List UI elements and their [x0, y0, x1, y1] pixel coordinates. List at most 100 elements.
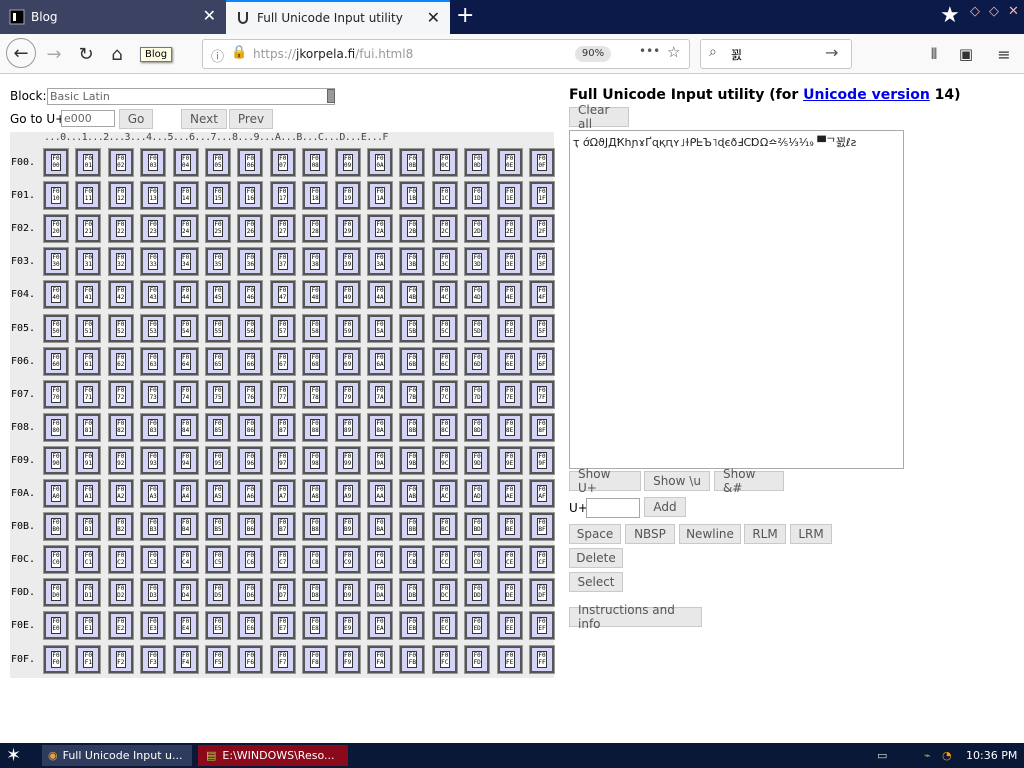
char-cell[interactable]: F0 35: [205, 247, 231, 277]
char-cell[interactable]: F0 E0: [43, 611, 69, 641]
char-cell[interactable]: F0 D0: [43, 578, 69, 608]
char-cell[interactable]: F0 F8: [302, 644, 329, 674]
char-cell[interactable]: F0 11: [75, 181, 102, 211]
char-cell[interactable]: F0 12: [107, 181, 134, 211]
char-cell[interactable]: F0 67: [269, 346, 296, 376]
show-amp-button[interactable]: Show &#: [714, 467, 784, 495]
char-cell[interactable]: F0 C1: [75, 545, 102, 575]
char-cell[interactable]: F0 50: [43, 313, 69, 343]
forward-icon[interactable]: →: [40, 40, 68, 68]
char-cell[interactable]: F0 D4: [172, 578, 199, 608]
char-cell[interactable]: F0 60: [43, 346, 69, 376]
char-cell[interactable]: F0 02: [107, 148, 134, 177]
char-cell[interactable]: F0 51: [75, 313, 102, 343]
char-cell[interactable]: F0 B8: [302, 512, 329, 542]
char-cell[interactable]: F0 7F: [529, 379, 555, 409]
char-cell[interactable]: F0 72: [107, 379, 134, 409]
char-cell[interactable]: F0 6A: [367, 346, 393, 376]
char-cell[interactable]: F0 80: [43, 412, 69, 442]
char-cell[interactable]: F0 47: [269, 280, 296, 310]
char-cell[interactable]: F0 3D: [464, 247, 491, 277]
char-cell[interactable]: F0 7C: [431, 379, 458, 409]
sidebar-icon[interactable]: ▣: [952, 40, 980, 68]
char-cell[interactable]: F0 8D: [464, 412, 491, 442]
bookmark-star-icon[interactable]: ☆: [667, 43, 680, 61]
char-cell[interactable]: F0 76: [237, 379, 264, 409]
close-icon[interactable]: ✕: [427, 10, 440, 26]
char-cell[interactable]: F0 7E: [496, 379, 523, 409]
char-cell[interactable]: F0 D3: [140, 578, 167, 608]
char-cell[interactable]: F0 78: [302, 379, 329, 409]
char-cell[interactable]: F0 33: [140, 247, 167, 277]
char-cell[interactable]: F0 19: [334, 181, 361, 211]
char-cell[interactable]: F0 81: [75, 412, 102, 442]
char-cell[interactable]: F0 9B: [399, 445, 426, 475]
char-cell[interactable]: F0 28: [302, 214, 329, 244]
char-cell[interactable]: F0 99: [334, 445, 361, 475]
arrow-right-icon[interactable]: →: [825, 43, 838, 62]
char-cell[interactable]: F0 43: [140, 280, 167, 310]
char-cell[interactable]: F0 54: [172, 313, 199, 343]
char-cell[interactable]: F0 7B: [399, 379, 426, 409]
char-cell[interactable]: F0 30: [43, 247, 69, 277]
char-cell[interactable]: F0 26: [237, 214, 264, 244]
char-cell[interactable]: F0 89: [334, 412, 361, 442]
char-cell[interactable]: F0 CC: [431, 545, 458, 575]
char-cell[interactable]: F0 9A: [367, 445, 393, 475]
char-cell[interactable]: F0 AA: [367, 479, 393, 508]
goto-input[interactable]: e000: [61, 110, 115, 127]
char-cell[interactable]: F0 F7: [269, 644, 296, 674]
char-cell[interactable]: F0 F9: [334, 644, 361, 674]
char-cell[interactable]: F0 98: [302, 445, 329, 475]
char-cell[interactable]: F0 4B: [399, 280, 426, 310]
char-cell[interactable]: F0 BA: [367, 512, 393, 542]
char-cell[interactable]: F0 17: [269, 181, 296, 211]
char-cell[interactable]: F0 49: [334, 280, 361, 310]
char-cell[interactable]: F0 83: [140, 412, 167, 442]
reload-icon[interactable]: ↻: [72, 40, 100, 68]
char-cell[interactable]: F0 AC: [431, 479, 458, 508]
char-cell[interactable]: F0 1F: [529, 181, 555, 211]
char-cell[interactable]: F0 7A: [367, 379, 393, 409]
char-cell[interactable]: F0 9F: [529, 445, 555, 475]
close-window-icon[interactable]: ✕: [1008, 4, 1019, 19]
char-cell[interactable]: F0 C7: [269, 545, 296, 575]
char-cell[interactable]: F0 57: [269, 313, 296, 343]
uplus-input[interactable]: [586, 498, 640, 518]
char-cell[interactable]: F0 18: [302, 181, 329, 211]
char-cell[interactable]: F0 8C: [431, 412, 458, 442]
char-cell[interactable]: F0 4D: [464, 280, 491, 310]
minimize-icon[interactable]: ◇: [970, 4, 980, 19]
char-cell[interactable]: F0 C3: [140, 545, 167, 575]
char-cell[interactable]: F0 16: [237, 181, 264, 211]
char-cell[interactable]: F0 05: [205, 148, 231, 177]
char-cell[interactable]: F0 CD: [464, 545, 491, 575]
delete-button[interactable]: Delete: [569, 548, 623, 568]
char-cell[interactable]: F0 D6: [237, 578, 264, 608]
instructions-button[interactable]: Instructions and info: [569, 603, 702, 631]
char-cell[interactable]: F0 D8: [302, 578, 329, 608]
char-cell[interactable]: F0 0C: [431, 148, 458, 177]
char-cell[interactable]: F0 66: [237, 346, 264, 376]
char-cell[interactable]: F0 37: [269, 247, 296, 277]
speaker-icon[interactable]: ◔: [942, 745, 952, 766]
char-cell[interactable]: F0 03: [140, 148, 167, 177]
char-cell[interactable]: F0 86: [237, 412, 264, 442]
char-cell[interactable]: F0 BE: [496, 512, 523, 542]
char-cell[interactable]: F0 08: [302, 148, 329, 177]
char-cell[interactable]: F0 22: [107, 214, 134, 244]
char-cell[interactable]: F0 2B: [399, 214, 426, 244]
url-bar[interactable]: ⓘ 🔒 https://jkorpela.fi/fui.html8 90% ••…: [202, 39, 690, 69]
char-cell[interactable]: F0 04: [172, 148, 199, 177]
rlm-button[interactable]: RLM: [744, 524, 786, 544]
char-cell[interactable]: F0 09: [334, 148, 361, 177]
char-cell[interactable]: F0 E3: [140, 611, 167, 641]
zoom-badge[interactable]: 90%: [575, 46, 611, 62]
char-cell[interactable]: F0 75: [205, 379, 231, 409]
char-cell[interactable]: F0 B6: [237, 512, 264, 542]
char-cell[interactable]: F0 FE: [496, 644, 523, 674]
char-cell[interactable]: F0 88: [302, 412, 329, 442]
char-cell[interactable]: F0 44: [172, 280, 199, 310]
clear-all-button[interactable]: Clear all: [569, 103, 629, 131]
char-cell[interactable]: F0 4A: [367, 280, 393, 310]
